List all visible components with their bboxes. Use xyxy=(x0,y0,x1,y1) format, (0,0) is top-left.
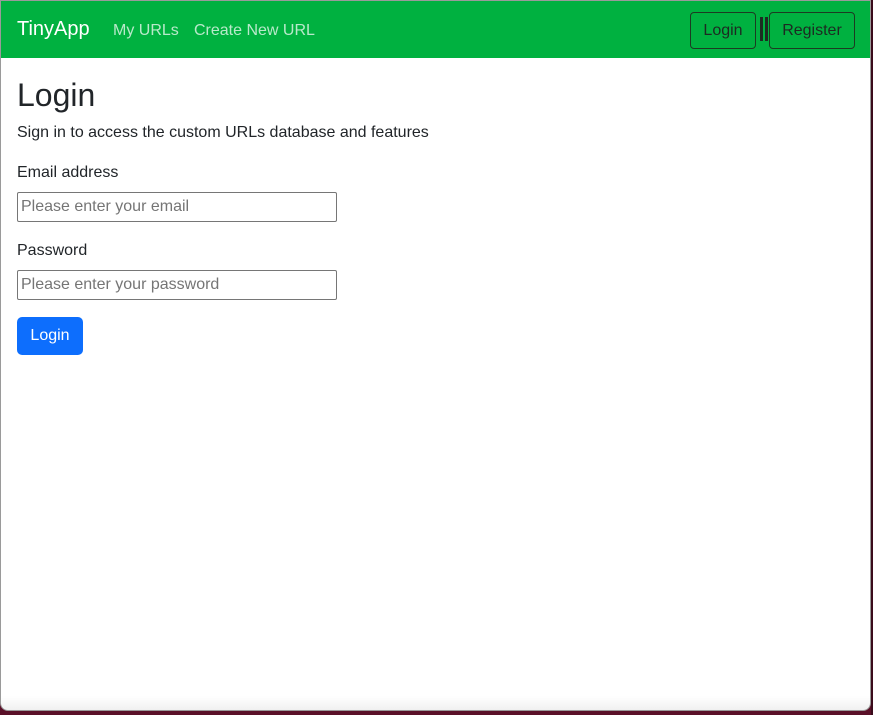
navbar-separator xyxy=(765,17,768,41)
login-submit-button[interactable]: Login xyxy=(17,317,83,355)
navbar-register-button[interactable]: Register xyxy=(769,12,855,49)
email-input[interactable] xyxy=(17,192,337,222)
window-bottom-shadow xyxy=(1,696,870,710)
navbar-login-button[interactable]: Login xyxy=(690,12,756,49)
brand-link[interactable]: TinyApp xyxy=(17,17,90,41)
nav-link-my-urls[interactable]: My URLs xyxy=(113,21,179,41)
navbar-separator xyxy=(760,17,763,41)
email-label: Email address xyxy=(17,164,119,181)
page-subtitle: Sign in to access the custom URLs databa… xyxy=(17,124,429,141)
nav-link-create-new-url[interactable]: Create New URL xyxy=(194,21,315,41)
password-input[interactable] xyxy=(17,270,337,300)
navbar: TinyApp My URLs Create New URL Login Reg… xyxy=(1,1,870,58)
page-title: Login xyxy=(17,77,96,113)
password-label: Password xyxy=(17,242,88,259)
browser-window: TinyApp My URLs Create New URL Login Reg… xyxy=(0,0,871,711)
